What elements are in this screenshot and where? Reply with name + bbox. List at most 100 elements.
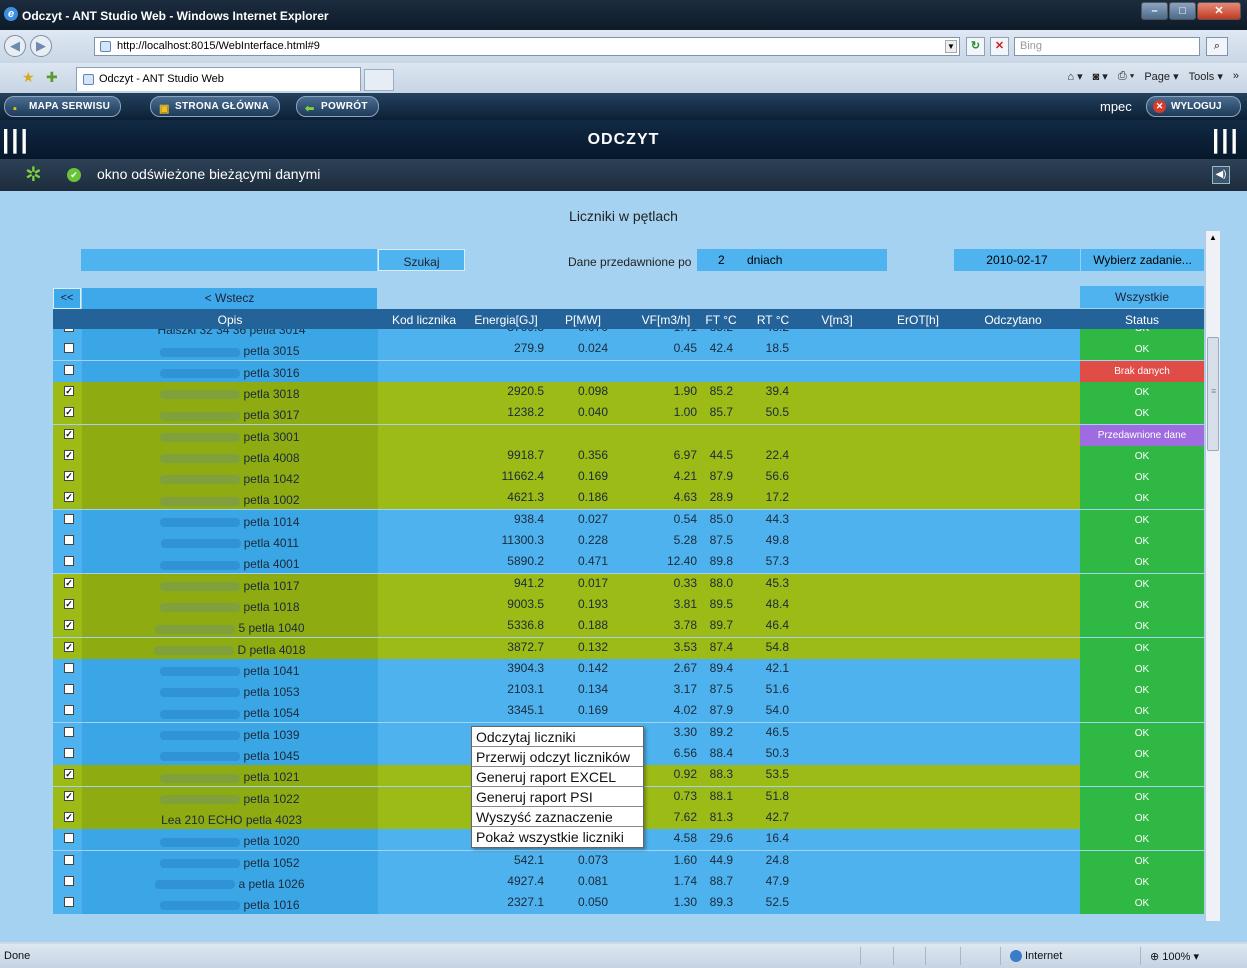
table-row[interactable]: ✓ petla 1017 941.2 0.017 0.33 88.0 45.3 OK [53, 573, 1204, 595]
context-menu-item[interactable]: Generuj raport EXCEL [472, 767, 643, 787]
table-row[interactable]: petla 1052 542.1 0.073 1.60 44.9 24.8 OK [53, 850, 1204, 872]
table-row[interactable]: petla 4001 5890.2 0.471 12.40 89.8 57.3 OK [53, 552, 1204, 574]
back-app-button[interactable]: ⬅ POWRÓT [296, 96, 379, 117]
minimize-button[interactable]: – [1141, 2, 1168, 20]
col-kod[interactable]: Kod licznika [385, 313, 463, 327]
context-menu-item[interactable]: Pokaż wszystkie liczniki [472, 827, 643, 847]
table-row[interactable]: ✓ petla 1042 11662.4 0.169 4.21 87.9 56.6 OK [53, 467, 1204, 489]
row-checkbox[interactable]: ✓ [64, 407, 74, 418]
col-rt[interactable]: RT °C [753, 313, 793, 327]
row-checkbox[interactable]: ✓ [64, 641, 74, 652]
row-checkbox[interactable]: ✓ [64, 449, 74, 460]
sound-icon[interactable]: ◀) [1212, 166, 1230, 184]
context-menu-item[interactable]: Wyszyść zaznaczenie [472, 807, 643, 827]
task-select[interactable]: Wybierz zadanie... [1080, 249, 1204, 271]
table-row[interactable]: ✓ petla 1018 9003.5 0.193 3.81 89.5 48.4 OK [53, 594, 1204, 616]
search-input[interactable]: Bing [1014, 37, 1200, 56]
row-checkbox[interactable]: ✓ [64, 428, 74, 439]
context-menu-item[interactable]: Generuj raport PSI [472, 787, 643, 807]
row-checkbox[interactable]: ✓ [64, 769, 74, 780]
col-volume[interactable]: V[m3] [817, 313, 857, 327]
table-row[interactable]: Halszki 32 34 36 petla 3014 3709.3 0.070 1.… [53, 329, 1204, 339]
scroll-thumb[interactable]: ≡ [1207, 337, 1219, 451]
col-energia[interactable]: Energia[GJ] [468, 313, 544, 327]
back-nav-button[interactable]: ◀ [4, 35, 26, 57]
row-checkbox[interactable] [64, 535, 74, 545]
row-checkbox[interactable] [64, 513, 74, 524]
col-vf[interactable]: VF[m3/h] [635, 313, 697, 327]
favorites-star-icon[interactable]: ★ [22, 69, 35, 86]
table-row[interactable]: petla 1054 3345.1 0.169 4.02 87.9 54.0 OK [53, 701, 1204, 723]
col-erot[interactable]: ErOT[h] [893, 313, 943, 327]
table-row[interactable]: petla 4011 11300.3 0.228 5.28 87.5 49.8 OK [53, 531, 1204, 552]
add-favorites-icon[interactable]: ✚ [46, 69, 58, 86]
close-window-button[interactable]: ✕ [1197, 2, 1241, 20]
prev-page-button[interactable]: < Wstecz [82, 288, 377, 309]
table-row[interactable]: ✓ 5 petla 1040 5336.8 0.188 3.78 89.7 46.4 OK [53, 616, 1204, 638]
expiry-days-field[interactable]: 2 dniach [697, 249, 887, 271]
filter-input[interactable] [81, 249, 377, 271]
row-checkbox[interactable]: ✓ [64, 811, 74, 822]
scroll-up-icon[interactable]: ▲ [1209, 233, 1217, 242]
row-checkbox[interactable] [64, 329, 74, 332]
row-checkbox[interactable] [64, 875, 74, 886]
row-checkbox[interactable] [64, 748, 74, 758]
site-map-button[interactable]: ▪ MAPA SERWISU [4, 96, 122, 117]
row-checkbox[interactable]: ✓ [64, 385, 74, 396]
table-row[interactable]: petla 3015 279.9 0.024 0.45 42.4 18.5 OK [53, 339, 1204, 361]
table-row[interactable]: petla 1016 2327.1 0.050 1.30 89.3 52.5 OK [53, 893, 1204, 915]
date-field[interactable]: 2010-02-17 [954, 249, 1080, 271]
first-page-button[interactable]: << [53, 288, 81, 309]
col-odczytano[interactable]: Odczytano [978, 313, 1048, 327]
row-checkbox[interactable] [64, 833, 74, 844]
refresh-button[interactable]: ↻ [966, 37, 985, 56]
col-opis[interactable]: Opis [82, 313, 378, 327]
zoom-control[interactable]: ⊕ 100% ▾ [1150, 950, 1199, 963]
context-menu-item[interactable]: Przerwij odczyt liczników [472, 747, 643, 767]
col-status[interactable]: Status [1080, 313, 1204, 327]
row-checkbox[interactable] [64, 726, 74, 737]
row-checkbox[interactable] [64, 684, 74, 695]
table-row[interactable]: petla 3016 Brak danych [53, 360, 1204, 382]
filter-all-button[interactable]: Wszystkie [1080, 286, 1204, 308]
row-checkbox[interactable]: ✓ [64, 620, 74, 631]
table-row[interactable]: petla 1041 3904.3 0.142 2.67 89.4 42.1 OK [53, 658, 1204, 680]
maximize-button[interactable]: □ [1169, 2, 1196, 20]
table-row[interactable]: petla 1014 938.4 0.027 0.54 85.0 44.3 OK [53, 509, 1204, 531]
stop-button[interactable]: ✕ [990, 37, 1009, 56]
row-checkbox[interactable] [64, 556, 74, 567]
tools-menu[interactable]: Tools ▾ [1189, 70, 1223, 83]
more-chevron-icon[interactable]: » [1233, 70, 1239, 83]
table-row[interactable]: ✓ petla 3001 Przedawnione dane [53, 424, 1204, 446]
col-power[interactable]: P[MW] [558, 313, 608, 327]
row-checkbox[interactable]: ✓ [64, 577, 74, 588]
address-bar[interactable]: http://localhost:8015/WebInterface.html#… [94, 37, 960, 56]
col-ft[interactable]: FT °C [701, 313, 741, 327]
home-icon[interactable]: ⌂ ▾ [1067, 70, 1082, 83]
forward-nav-button[interactable]: ▶ [30, 35, 52, 57]
table-row[interactable]: ✓ petla 1002 4621.3 0.186 4.63 28.9 17.2 OK [53, 488, 1204, 510]
table-row[interactable]: ✓ petla 3017 1238.2 0.040 1.00 85.7 50.5 OK [53, 403, 1204, 425]
row-checkbox[interactable]: ✓ [64, 790, 74, 801]
row-checkbox[interactable]: ✓ [64, 598, 74, 609]
table-row[interactable]: ✓ petla 3018 2920.5 0.098 1.90 85.2 39.4 OK [53, 381, 1204, 403]
table-row[interactable]: ✓ D petla 4018 3872.7 0.132 3.53 87.4 54.8 OK [53, 637, 1204, 659]
row-checkbox[interactable]: ✓ [64, 492, 74, 503]
address-dropdown-icon[interactable]: ▼ [945, 40, 957, 53]
row-checkbox[interactable] [64, 705, 74, 716]
tab-odczyt[interactable]: Odczyt - ANT Studio Web [76, 67, 361, 91]
table-row[interactable]: ✓ petla 4008 9918.7 0.356 6.97 44.5 22.4 OK [53, 445, 1204, 467]
row-checkbox[interactable] [64, 897, 74, 908]
table-row[interactable]: a petla 1026 4927.4 0.081 1.74 88.7 47.9 OK [53, 871, 1204, 893]
context-menu-item[interactable]: Odczytaj liczniki [472, 727, 643, 747]
row-checkbox[interactable] [64, 364, 74, 375]
row-checkbox[interactable] [64, 854, 74, 865]
print-icon[interactable]: ⎙ ▾ [1118, 70, 1134, 83]
home-page-button[interactable]: ▣ STRONA GŁÓWNA [150, 96, 281, 117]
row-checkbox[interactable] [64, 662, 74, 673]
gear-icon[interactable]: ✲ [25, 165, 42, 185]
table-row[interactable]: petla 1053 2103.1 0.134 3.17 87.5 51.6 OK [53, 680, 1204, 702]
row-checkbox[interactable]: ✓ [64, 471, 74, 482]
new-tab-button[interactable] [364, 69, 394, 91]
table-scrollbar[interactable]: ▲ ≡ [1205, 231, 1220, 921]
